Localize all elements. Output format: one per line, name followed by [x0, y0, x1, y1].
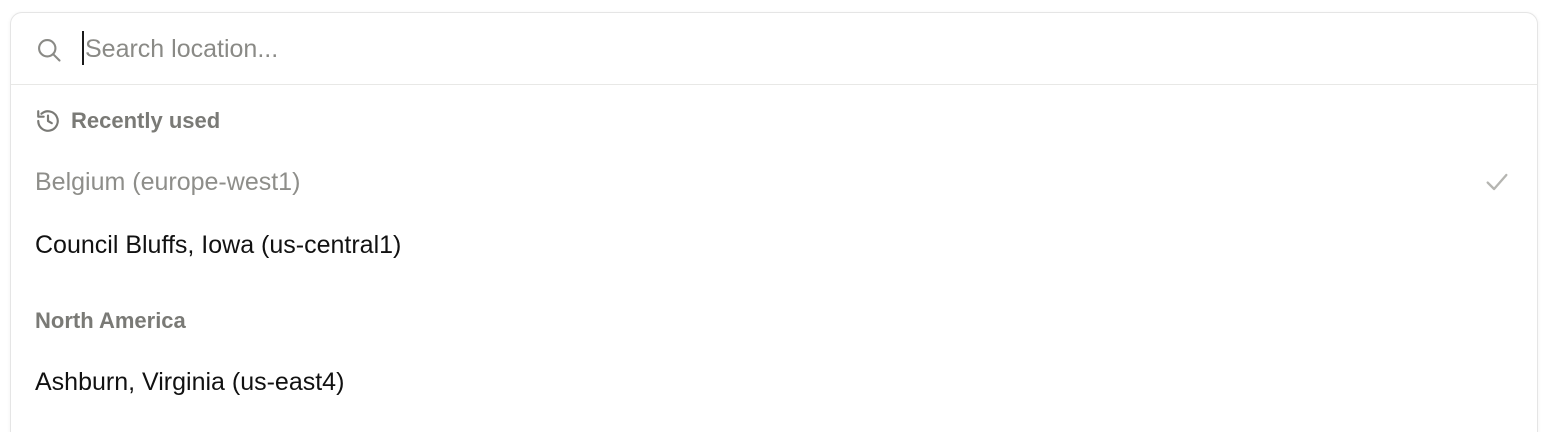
group-header-north-america: North America [35, 305, 186, 337]
history-icon [37, 110, 59, 132]
check-icon [1486, 173, 1508, 191]
text-caret [82, 31, 84, 65]
group-header-label: Recently used [71, 108, 221, 133]
location-combobox: Recently used Belgium (europe-west1) Cou… [10, 12, 1538, 432]
group-header-recently-used: Recently used [35, 105, 220, 137]
search-input[interactable] [81, 29, 1505, 69]
search-row [11, 13, 1537, 85]
search-icon [38, 39, 61, 62]
option-council-bluffs[interactable]: Council Bluffs, Iowa (us-central1) [11, 217, 1537, 273]
group-header-label: North America [35, 308, 186, 333]
option-belgium[interactable]: Belgium (europe-west1) [11, 154, 1537, 210]
option-label: Council Bluffs, Iowa (us-central1) [35, 230, 402, 259]
option-label: Ashburn, Virginia (us-east4) [35, 367, 345, 396]
option-ashburn[interactable]: Ashburn, Virginia (us-east4) [11, 354, 1537, 410]
option-label: Belgium (europe-west1) [35, 167, 301, 196]
